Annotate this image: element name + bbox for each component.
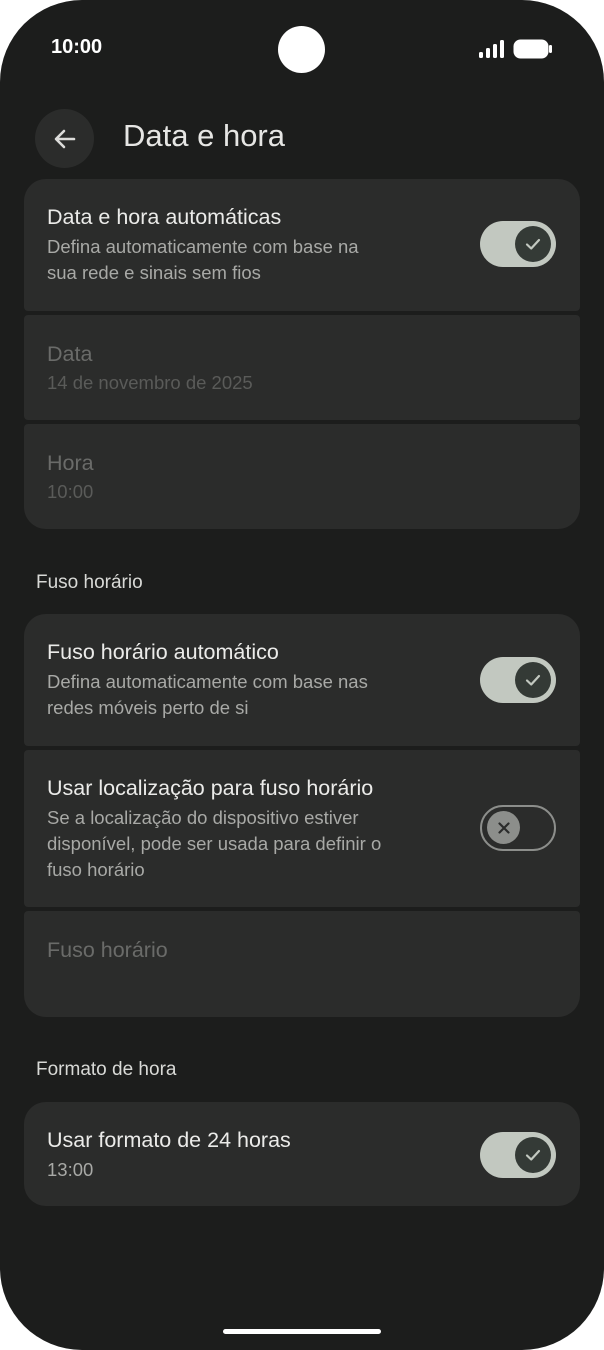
camera-cutout bbox=[278, 26, 325, 73]
use-location-toggle[interactable] bbox=[480, 805, 556, 851]
toggle-thumb bbox=[515, 226, 551, 262]
date-row[interactable]: Data 14 de novembro de 2025 bbox=[24, 315, 580, 420]
status-bar-time: 10:00 bbox=[51, 36, 103, 58]
time-value: 10:00 bbox=[47, 481, 94, 502]
auto-date-time-row[interactable]: Data e hora automáticas Defina automatic… bbox=[24, 179, 580, 311]
close-icon bbox=[497, 821, 510, 834]
check-icon bbox=[525, 674, 541, 686]
auto-date-time-toggle[interactable] bbox=[480, 221, 556, 267]
auto-timezone-toggle[interactable] bbox=[480, 657, 556, 703]
auto-timezone-title: Fuso horário automático bbox=[47, 640, 279, 664]
use-24h-title: Usar formato de 24 horas bbox=[47, 1128, 291, 1152]
use-24h-toggle[interactable] bbox=[480, 1132, 556, 1178]
back-button[interactable] bbox=[35, 109, 94, 168]
toggle-thumb bbox=[487, 811, 520, 844]
use-location-subtitle: Se a localização do dispositivo estiver … bbox=[47, 807, 382, 880]
check-icon bbox=[525, 238, 541, 250]
use-location-title: Usar localização para fuso horário bbox=[47, 776, 374, 800]
use-24h-value: 13:00 bbox=[47, 1159, 94, 1180]
signal-icon bbox=[479, 40, 504, 58]
auto-date-time-subtitle: Defina automaticamente com base na sua r… bbox=[47, 236, 359, 283]
phone-screen: 10:00 Data e hora Data e hora automática… bbox=[0, 0, 604, 1350]
timezone-section-header: Fuso horário bbox=[36, 572, 143, 593]
use-location-row[interactable]: Usar localização para fuso horário Se a … bbox=[24, 750, 580, 907]
toggle-thumb bbox=[515, 1137, 551, 1173]
page-title: Data e hora bbox=[123, 118, 285, 153]
timezone-row[interactable]: Fuso horário bbox=[24, 911, 580, 1017]
time-format-section-header: Formato de hora bbox=[36, 1059, 177, 1080]
battery-icon bbox=[513, 39, 552, 59]
auto-timezone-subtitle: Defina automaticamente com base nas rede… bbox=[47, 671, 368, 718]
toggle-thumb bbox=[515, 662, 551, 698]
date-title: Data bbox=[47, 342, 93, 366]
auto-date-time-title: Data e hora automáticas bbox=[47, 205, 282, 229]
check-icon bbox=[525, 1149, 541, 1161]
time-row[interactable]: Hora 10:00 bbox=[24, 424, 580, 529]
date-value: 14 de novembro de 2025 bbox=[47, 372, 253, 393]
use-24h-row[interactable]: Usar formato de 24 horas 13:00 bbox=[24, 1102, 580, 1206]
auto-timezone-row[interactable]: Fuso horário automático Defina automatic… bbox=[24, 614, 580, 746]
arrow-left-icon bbox=[54, 129, 75, 148]
time-title: Hora bbox=[47, 451, 94, 475]
timezone-title: Fuso horário bbox=[47, 938, 168, 962]
home-indicator[interactable] bbox=[223, 1329, 381, 1334]
